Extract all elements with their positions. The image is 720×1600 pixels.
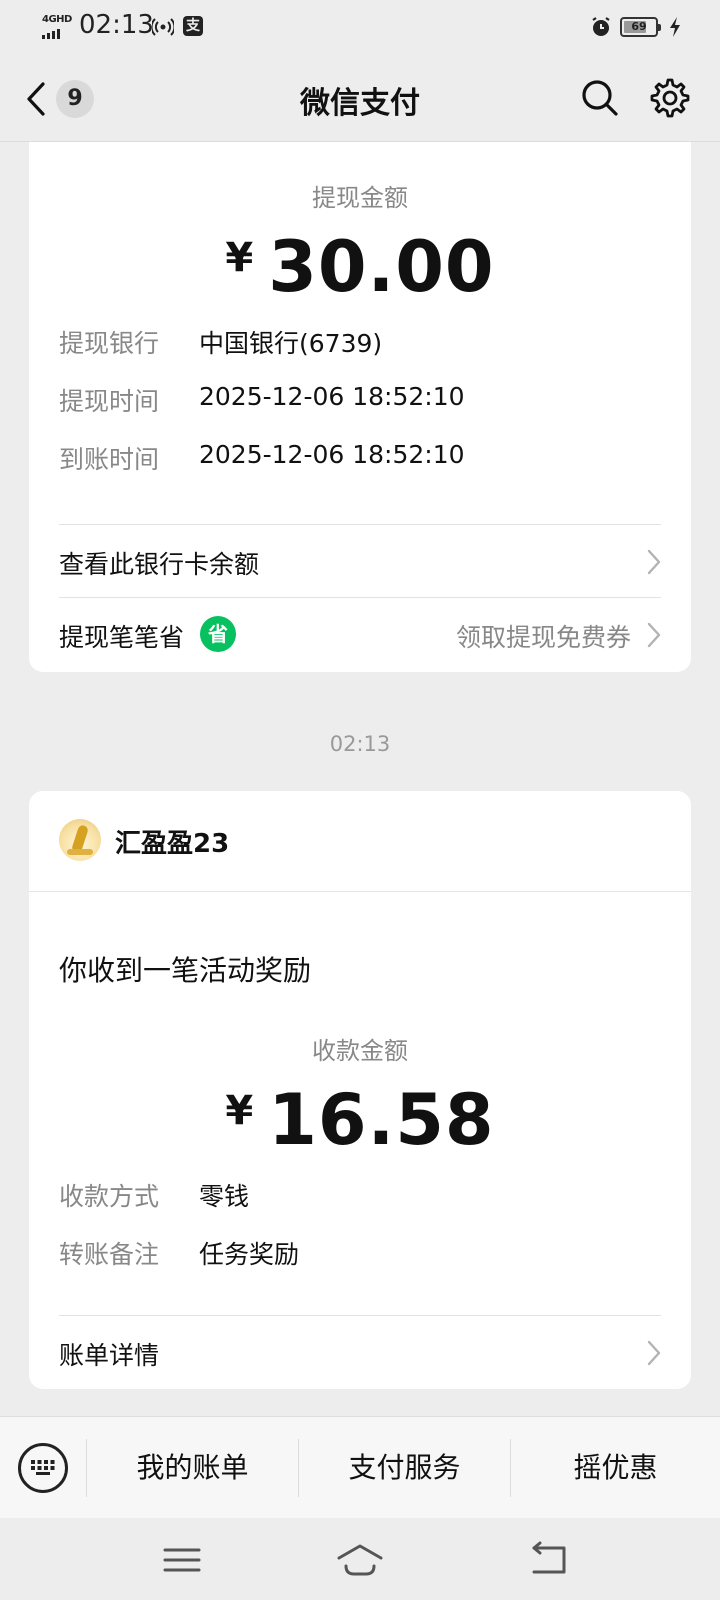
row-key: 转账备注 (59, 1240, 160, 1269)
withdraw-card: 提现金额 ¥30.00 提现银行 中国银行(6739) 提现时间 2025-12… (29, 142, 691, 672)
bill-details-link[interactable]: 账单详情 (59, 1316, 661, 1388)
withdraw-savings-link[interactable]: 提现笔笔省 省 领取提现免费券 (59, 598, 661, 670)
gear-icon[interactable] (650, 78, 690, 118)
claim-coupon-text: 领取提现免费券 (455, 623, 631, 652)
message-timestamp: 02:13 (329, 732, 391, 756)
network-type: 4GHD (42, 14, 72, 25)
row-value: 2025-12-06 18:52:10 (199, 440, 465, 469)
row-key: 到账时间 (59, 445, 160, 474)
home-icon[interactable] (335, 1540, 385, 1580)
chevron-right-icon (647, 622, 661, 648)
hotspot-icon (152, 18, 174, 36)
row-value: 任务奖励 (199, 1240, 300, 1269)
view-card-balance-link[interactable]: 查看此银行卡余额 (59, 525, 661, 597)
row-value: 中国银行(6739) (199, 329, 383, 358)
menu-my-bills[interactable]: 我的账单 (87, 1417, 298, 1519)
keyboard-toggle-button[interactable] (18, 1443, 68, 1493)
nav-bar: 9 微信支付 (0, 56, 720, 142)
back-nav-icon[interactable] (524, 1540, 574, 1580)
reward-message: 你收到一笔活动奖励 (59, 954, 312, 987)
payment-method-row: 收款方式 零钱 (59, 1177, 661, 1213)
row-key: 提现时间 (59, 387, 160, 416)
bill-details-label: 账单详情 (59, 1341, 160, 1370)
view-card-balance-label: 查看此银行卡余额 (59, 550, 260, 579)
withdraw-bank-row: 提现银行 中国银行(6739) (59, 324, 661, 360)
cellular-signal-icon: 4GHD (42, 14, 74, 40)
menu-shake-offers[interactable]: 摇优惠 (511, 1417, 720, 1519)
status-bar: 4GHD 02:13 支 69 (0, 0, 720, 56)
status-time: 02:13 (79, 10, 154, 40)
divider (29, 891, 691, 892)
alarm-icon (592, 17, 610, 36)
withdraw-savings-label: 提现笔笔省 (59, 623, 185, 652)
menu-lines-icon[interactable] (157, 1540, 207, 1580)
system-nav-bar (0, 1518, 720, 1600)
currency-symbol: ¥ (225, 235, 255, 281)
search-icon[interactable] (580, 78, 620, 118)
arrival-time-row: 到账时间 2025-12-06 18:52:10 (59, 440, 661, 476)
withdraw-amount: ¥30.00 (29, 226, 691, 308)
row-key: 提现银行 (59, 329, 160, 358)
sender-avatar (59, 819, 101, 861)
withdraw-amount-label: 提现金额 (312, 184, 408, 212)
sender-name: 汇盈盈23 (115, 829, 230, 859)
reward-card: 汇盈盈23 你收到一笔活动奖励 收款金额 ¥16.58 收款方式 零钱 转账备注… (29, 791, 691, 1389)
chevron-right-icon (647, 1340, 661, 1366)
received-amount: ¥16.58 (29, 1079, 691, 1161)
keyboard-icon (31, 1460, 55, 1475)
withdraw-amount-value: 30.00 (268, 226, 495, 308)
transfer-note-row: 转账备注 任务奖励 (59, 1235, 661, 1271)
savings-badge-icon: 省 (200, 616, 236, 652)
charging-icon (670, 17, 680, 37)
payment-notification-icon: 支 (183, 16, 203, 36)
row-key: 收款方式 (59, 1182, 160, 1211)
currency-symbol: ¥ (225, 1088, 255, 1134)
row-value: 零钱 (199, 1182, 250, 1211)
battery-level: 69 (631, 20, 647, 33)
row-value: 2025-12-06 18:52:10 (199, 382, 465, 411)
menu-payment-services[interactable]: 支付服务 (299, 1417, 510, 1519)
withdraw-time-row: 提现时间 2025-12-06 18:52:10 (59, 382, 661, 418)
received-amount-value: 16.58 (268, 1079, 495, 1161)
bottom-menu: 我的账单 支付服务 摇优惠 (0, 1416, 720, 1518)
received-amount-label: 收款金额 (312, 1037, 408, 1065)
chevron-right-icon (647, 549, 661, 575)
battery-icon: 69 (620, 17, 661, 37)
